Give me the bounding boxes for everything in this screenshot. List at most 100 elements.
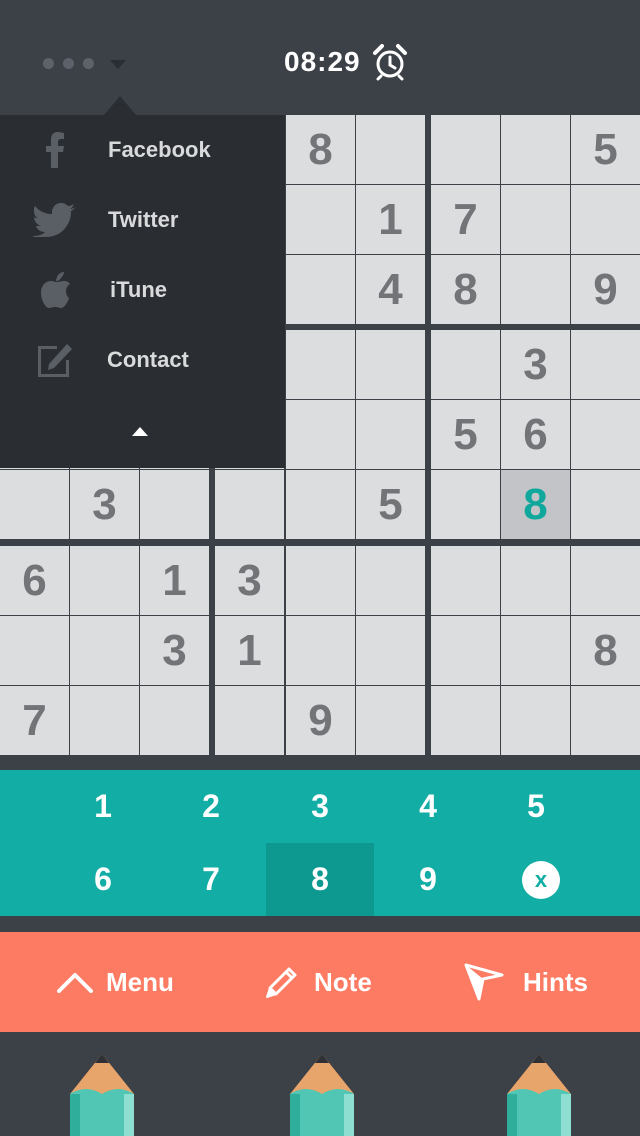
sudoku-cell[interactable] [501,115,570,184]
sudoku-cell[interactable]: 1 [215,616,284,685]
sudoku-cell[interactable] [431,616,500,685]
sudoku-cell[interactable] [70,686,139,755]
sudoku-cell[interactable] [286,330,355,399]
sudoku-cell[interactable] [286,470,355,539]
sudoku-cell[interactable] [501,546,570,615]
menu-item-contact[interactable]: Contact [0,325,285,395]
caret-up-icon[interactable] [132,427,148,436]
note-button[interactable]: Note [264,932,372,1032]
sudoku-cell[interactable] [70,546,139,615]
sudoku-cell[interactable] [571,400,640,469]
sudoku-cell[interactable]: 8 [571,616,640,685]
keypad-key[interactable]: 4 [374,770,482,843]
sudoku-cell[interactable] [431,115,500,184]
sudoku-cell[interactable] [571,686,640,755]
sudoku-cell[interactable]: 4 [356,255,425,324]
dot-icon [43,58,54,69]
sudoku-cell[interactable]: 5 [431,400,500,469]
sudoku-cell[interactable]: 5 [356,470,425,539]
action-bar: Menu Note Hints [0,932,640,1032]
sudoku-cell[interactable] [286,400,355,469]
keypad-key[interactable]: 1 [49,770,157,843]
sudoku-cell[interactable]: 3 [215,546,284,615]
sudoku-cell[interactable]: 3 [501,330,570,399]
sudoku-cell[interactable] [356,686,425,755]
sudoku-cell[interactable] [356,400,425,469]
dot-icon [83,58,94,69]
sudoku-cell[interactable]: 7 [431,185,500,254]
menu-button[interactable]: Menu [56,932,174,1032]
sudoku-cell[interactable]: 1 [140,546,209,615]
sudoku-cell[interactable] [431,470,500,539]
sudoku-cell[interactable] [286,616,355,685]
sudoku-cell[interactable] [215,470,284,539]
sudoku-cell[interactable] [571,470,640,539]
sudoku-cell[interactable] [286,546,355,615]
sudoku-cell[interactable]: 6 [501,400,570,469]
note-button-label: Note [314,966,372,997]
sudoku-cell[interactable] [571,546,640,615]
edit-icon [30,338,80,382]
sudoku-cell[interactable] [501,185,570,254]
sudoku-cell[interactable] [571,185,640,254]
sudoku-cell[interactable] [286,185,355,254]
sudoku-cell[interactable]: 9 [571,255,640,324]
bottom-tray [0,1032,640,1136]
clear-icon: x [522,860,560,899]
menu-item-twitter[interactable]: Twitter [0,185,285,255]
keypad-key[interactable]: 2 [157,770,265,843]
apple-icon [30,268,80,312]
sudoku-cell[interactable] [431,330,500,399]
sudoku-cell[interactable] [0,616,69,685]
sudoku-cell[interactable] [431,686,500,755]
sudoku-cell[interactable] [140,470,209,539]
pencil-icon[interactable] [66,1054,138,1136]
sudoku-cell[interactable] [501,255,570,324]
sudoku-cell[interactable] [501,686,570,755]
menu-item-itune[interactable]: iTune [0,255,285,325]
chevron-up-icon [57,973,93,993]
sudoku-cell[interactable] [356,115,425,184]
pencil-icon [266,967,297,998]
sudoku-cell[interactable]: 8 [501,470,570,539]
timer: 08:29 [284,46,361,77]
sudoku-cell[interactable]: 5 [571,115,640,184]
sudoku-cell[interactable] [286,255,355,324]
hints-button[interactable]: Hints [463,932,588,1032]
clear-button[interactable]: x [487,843,595,916]
sudoku-cell[interactable] [356,330,425,399]
more-menu-button[interactable] [43,58,94,69]
dropdown-menu: Facebook Twitter iTune Contact [0,96,285,468]
sudoku-cell[interactable]: 3 [140,616,209,685]
keypad-key[interactable]: 8 [266,843,374,916]
sudoku-cell[interactable]: 8 [286,115,355,184]
sudoku-cell[interactable] [140,686,209,755]
sudoku-cell[interactable]: 3 [70,470,139,539]
sudoku-cell[interactable] [431,546,500,615]
keypad-key[interactable]: 3 [266,770,374,843]
sudoku-cell[interactable] [571,330,640,399]
facebook-icon [30,128,80,172]
sudoku-cell[interactable]: 1 [356,185,425,254]
sudoku-cell[interactable]: 6 [0,546,69,615]
sudoku-cell[interactable] [70,616,139,685]
sudoku-cell[interactable]: 8 [431,255,500,324]
paper-plane-icon [464,963,504,1001]
menu-item-facebook[interactable]: Facebook [0,115,285,185]
keypad-key[interactable]: 6 [49,843,157,916]
sudoku-cell[interactable] [356,546,425,615]
sudoku-cell[interactable] [356,616,425,685]
pencil-icon[interactable] [286,1054,358,1136]
sudoku-cell[interactable] [501,616,570,685]
dropdown-caret-icon[interactable] [110,60,126,69]
alarm-clock-icon[interactable] [372,43,408,81]
keypad-key[interactable]: 9 [374,843,482,916]
sudoku-cell[interactable] [0,470,69,539]
keypad-key[interactable]: 7 [157,843,265,916]
pencil-icon[interactable] [503,1054,575,1136]
sudoku-cell[interactable]: 9 [286,686,355,755]
sudoku-cell[interactable] [215,686,284,755]
keypad-key[interactable]: 5 [482,770,590,843]
sudoku-cell[interactable]: 7 [0,686,69,755]
menu-item-label: Contact [107,347,189,372]
